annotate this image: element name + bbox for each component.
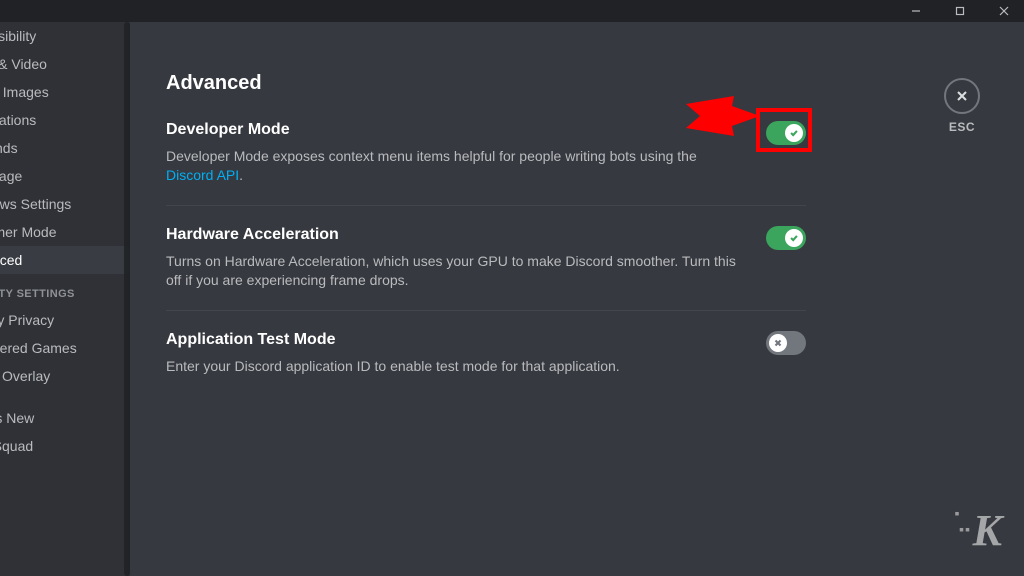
sidebar-item-text-images[interactable]: Text & Images (0, 78, 130, 106)
sidebar-item-game-overlay[interactable]: Game Overlay (0, 362, 130, 390)
settings-content: Advanced Developer Mode Developer Mode e… (130, 22, 1024, 576)
discord-api-link[interactable]: Discord API (166, 167, 239, 183)
toggle-hardware-acceleration[interactable] (766, 226, 806, 250)
setting-desc-application-test-mode: Enter your Discord application ID to ena… (166, 357, 746, 376)
toggle-knob (785, 124, 803, 142)
toggle-knob (769, 334, 787, 352)
close-settings-button[interactable] (944, 78, 980, 114)
setting-title-hardware-acceleration: Hardware Acceleration (166, 226, 806, 244)
setting-desc-text-after: . (239, 167, 243, 183)
setting-application-test-mode: Application Test Mode Enter your Discord… (166, 331, 806, 396)
watermark-dots-icon: ▪ ▪▪ (955, 507, 971, 539)
toggle-application-test-mode[interactable] (766, 331, 806, 355)
sidebar-item-streamer-mode[interactable]: Streamer Mode (0, 218, 130, 246)
setting-desc-text: Developer Mode exposes context menu item… (166, 148, 697, 164)
page-title: Advanced (166, 72, 806, 95)
setting-desc-hardware-acceleration: Turns on Hardware Acceleration, which us… (166, 252, 746, 290)
sidebar-item-keybinds[interactable]: Keybinds (0, 134, 130, 162)
sidebar-item-advanced[interactable]: Advanced (0, 246, 130, 274)
window-minimize-button[interactable] (902, 0, 930, 22)
sidebar-item-voice-video[interactable]: Voice & Video (0, 50, 130, 78)
window-titlebar (0, 0, 1024, 22)
esc-label: ESC (944, 120, 980, 134)
sidebar-item-hypesquad[interactable]: HypeSquad (0, 432, 130, 460)
setting-developer-mode: Developer Mode Developer Mode exposes co… (166, 121, 806, 206)
sidebar-item-registered-games[interactable]: Registered Games (0, 334, 130, 362)
sidebar-item-language[interactable]: Language (0, 162, 130, 190)
setting-title-application-test-mode: Application Test Mode (166, 331, 806, 349)
toggle-knob (785, 229, 803, 247)
watermark-letter: K (973, 506, 1000, 555)
setting-desc-developer-mode: Developer Mode exposes context menu item… (166, 147, 746, 185)
setting-hardware-acceleration: Hardware Acceleration Turns on Hardware … (166, 226, 806, 311)
close-settings-group: ESC (944, 78, 980, 134)
window-close-button[interactable] (990, 0, 1018, 22)
sidebar-item-windows-settings[interactable]: Windows Settings (0, 190, 130, 218)
sidebar-item-accessibility[interactable]: Accessibility (0, 22, 130, 50)
sidebar-item-activity-privacy[interactable]: Activity Privacy (0, 306, 130, 334)
sidebar-item-whats-new[interactable]: What's New (0, 404, 130, 432)
toggle-developer-mode[interactable] (766, 121, 806, 145)
sidebar-header-activity: ACTIVITY SETTINGS (0, 274, 130, 306)
settings-sidebar: Accessibility Voice & Video Text & Image… (0, 22, 130, 576)
sidebar-item-notifications[interactable]: Notifications (0, 106, 130, 134)
watermark-logo: ▪ ▪▪ K (973, 505, 1000, 556)
window-maximize-button[interactable] (946, 0, 974, 22)
setting-title-developer-mode: Developer Mode (166, 121, 806, 139)
